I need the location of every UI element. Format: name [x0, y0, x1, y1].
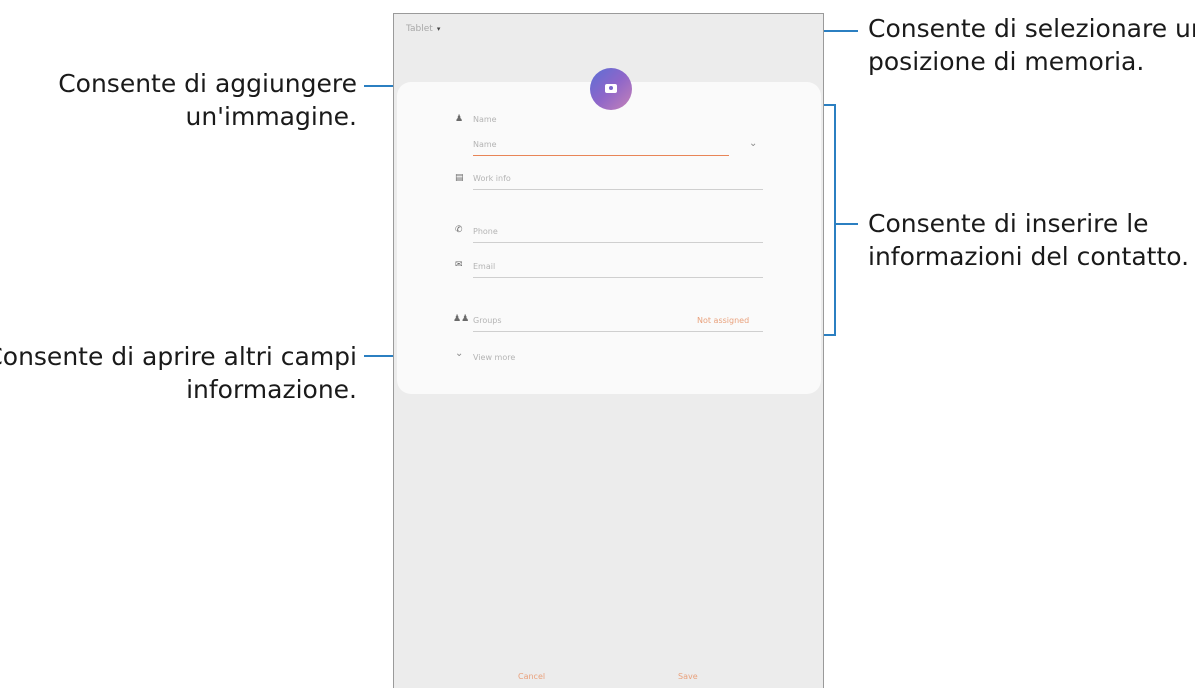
contact-form-card: ♟ Name Name ⌄ ▤ Work info ✆ Phone ✉ Emai… [397, 82, 821, 394]
groups-underline [473, 331, 763, 332]
callout-storage: Consente di selezionare una posizione di… [868, 12, 1195, 78]
storage-selector[interactable]: Tablet ▾ [406, 24, 440, 34]
view-more-button[interactable]: View more [473, 353, 515, 363]
callout-more-fields-line2: informazione. [186, 375, 357, 404]
callout-storage-line1: Consente di selezionare una [868, 14, 1195, 43]
callout-storage-line2: posizione di memoria. [868, 47, 1145, 76]
callout-contact-info-line2: informazioni del contatto. [868, 242, 1190, 271]
leader-contact-vertical [834, 104, 836, 336]
phone-input[interactable]: Phone [473, 227, 498, 237]
name-input[interactable]: Name [473, 140, 497, 150]
groups-field[interactable]: Groups [473, 316, 502, 326]
groups-value[interactable]: Not assigned [697, 316, 749, 325]
building-icon: ▤ [455, 173, 464, 183]
work-info-underline [473, 189, 763, 190]
storage-selector-label: Tablet [406, 24, 433, 34]
email-input[interactable]: Email [473, 262, 495, 272]
cancel-button[interactable]: Cancel [518, 672, 545, 681]
callout-image-line2: un'immagine. [185, 102, 357, 131]
contact-edit-screen: Tablet ▾ ♟ Name Name ⌄ ▤ Work info ✆ Pho… [393, 13, 824, 688]
envelope-icon: ✉ [455, 260, 463, 270]
group-icon: ♟♟ [453, 314, 470, 324]
phone-underline [473, 242, 763, 243]
work-info-input[interactable]: Work info [473, 174, 511, 184]
person-icon: ♟ [455, 114, 464, 124]
callout-image-line1: Consente di aggiungere [58, 69, 357, 98]
leader-contact-branch [836, 223, 858, 225]
callout-contact-info-line1: Consente di inserire le [868, 209, 1149, 238]
phone-icon: ✆ [455, 225, 463, 235]
add-image-button[interactable] [590, 68, 632, 110]
callout-contact-info: Consente di inserire le informazioni del… [868, 207, 1189, 273]
callout-more-fields-line1: Consente di aprire altri campi [0, 342, 357, 371]
caret-down-icon: ▾ [436, 25, 441, 33]
name-input-underline [473, 155, 729, 156]
callout-more-fields: Consente di aprire altri campi informazi… [0, 340, 357, 406]
camera-icon [605, 84, 617, 93]
email-underline [473, 277, 763, 278]
save-button[interactable]: Save [678, 672, 698, 681]
callout-image: Consente di aggiungere un'immagine. [58, 67, 357, 133]
view-more-chevron-icon[interactable]: ⌄ [455, 348, 463, 359]
chevron-down-icon[interactable]: ⌄ [749, 138, 757, 149]
name-section-label: Name [473, 115, 497, 124]
